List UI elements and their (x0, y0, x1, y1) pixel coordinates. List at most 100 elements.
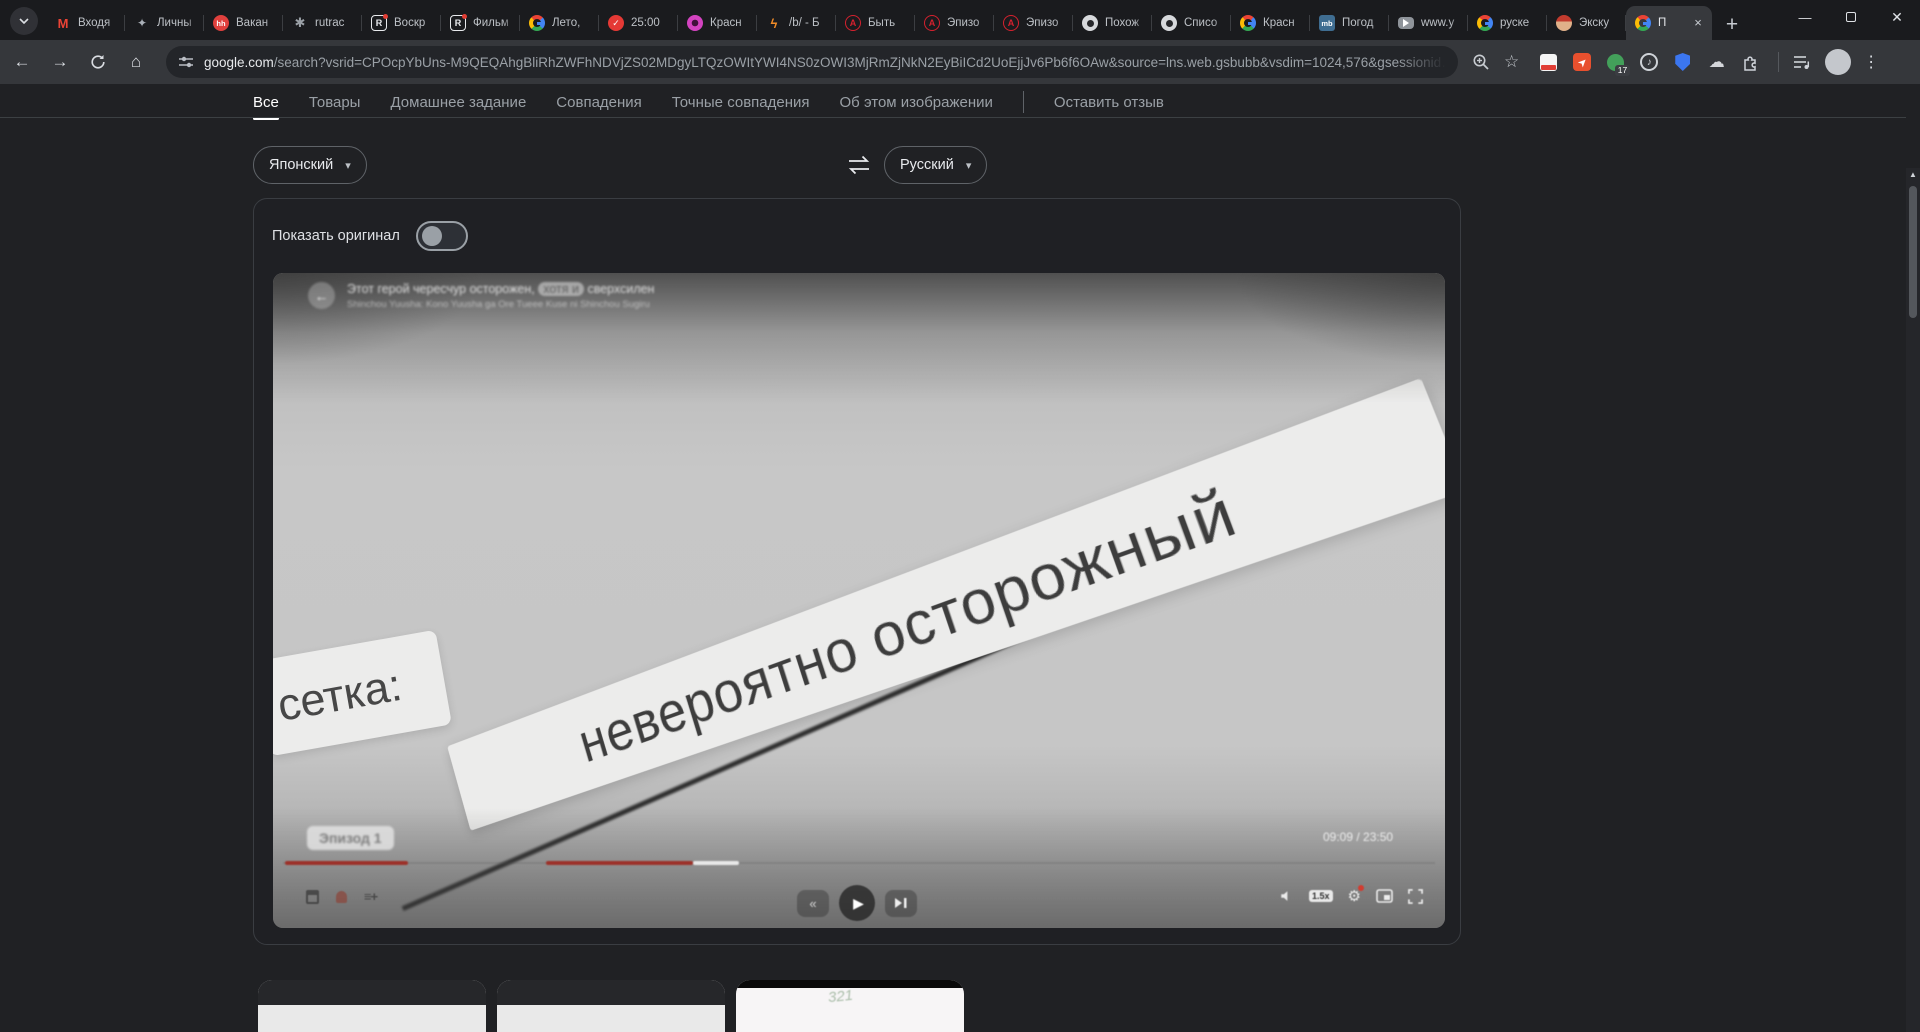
related-thumbnail[interactable] (497, 980, 725, 1032)
scrollbar-thumb[interactable] (1909, 186, 1917, 318)
browser-tab[interactable]: ✦ Личны (125, 6, 204, 40)
tab-close-icon[interactable]: × (1690, 15, 1706, 31)
tab-label: Похож (1105, 17, 1140, 29)
toggle-knob (421, 226, 442, 246)
scroll-up-arrow[interactable]: ▲ (1906, 170, 1920, 179)
browser-tab[interactable]: R Фильм (441, 6, 520, 40)
show-original-toggle[interactable] (415, 221, 468, 251)
episode-badge: Эпизод 1 (307, 826, 394, 850)
mil-favicon: ✦ (136, 16, 148, 30)
extension-downloader-button[interactable] (1539, 53, 1558, 72)
extension-rocket-button[interactable]: ➤ (1573, 53, 1592, 71)
browser-tab[interactable]: ✓ 25:00 (599, 6, 678, 40)
bookmark-star-button[interactable]: ☆ (1504, 52, 1519, 72)
translation-chip: хотя и (538, 282, 584, 296)
forward-button[interactable]: → (44, 46, 76, 78)
browser-tab[interactable]: A Эпизо (915, 6, 994, 40)
browser-tab[interactable]: Красн (1231, 6, 1310, 40)
url-domain: google.com (204, 54, 274, 70)
browser-menu-button[interactable]: ⋮ (1863, 52, 1879, 72)
tab-search-button[interactable] (10, 7, 38, 35)
address-bar[interactable]: google.com/search?vsrid=CPOcpYbUns-M9QEQ… (166, 46, 1458, 78)
browser-tab[interactable]: M Входя (46, 6, 125, 40)
playlist-add-icon: ≡+ (363, 889, 378, 904)
zoom-page-button[interactable] (1472, 53, 1490, 71)
media-queue-icon (1794, 56, 1810, 69)
minimize-button[interactable]: — (1782, 0, 1828, 34)
tab-label: Красн (1263, 17, 1295, 29)
browser-tab[interactable]: Экску (1547, 6, 1626, 40)
browser-tab[interactable]: Красн (678, 6, 757, 40)
back-button[interactable]: ← (6, 46, 38, 78)
extension-cloud-button[interactable]: ☁ (1707, 53, 1726, 72)
new-tab-button[interactable]: + (1718, 12, 1746, 40)
reload-button[interactable] (82, 46, 114, 78)
tab-label: Эпизо (947, 17, 980, 29)
translated-image[interactable]: ← Этот герой чересчур осторожен, хотя и … (273, 273, 1445, 928)
source-language-select[interactable]: Японский ▾ (253, 146, 367, 184)
left-caption-band: сетка: (273, 629, 452, 757)
browser-tab[interactable]: R Воскр (362, 6, 441, 40)
browser-tab[interactable]: ϟ/b/ - Б (757, 6, 836, 40)
google-favicon (1240, 15, 1256, 31)
shiki-favicon (1161, 15, 1177, 31)
settings-gear-icon: ⚙ (1347, 885, 1365, 905)
anilibria-favicon: A (924, 15, 940, 31)
home-button[interactable]: ⌂ (120, 46, 152, 78)
browser-tab[interactable]: hh Вакан (204, 6, 283, 40)
extension-shield-button[interactable] (1673, 53, 1692, 72)
tab-label: Вакан (236, 17, 269, 29)
browser-tab[interactable]: Похож (1073, 6, 1152, 40)
progress-segment-buffered (693, 861, 739, 865)
browser-tab[interactable]: Лето, (520, 6, 599, 40)
downloader-extension-icon (1540, 53, 1558, 71)
nav-separator (1022, 91, 1024, 113)
results-tab[interactable]: Совпадения (556, 94, 642, 111)
hh-favicon: hh (213, 15, 229, 31)
close-window-button[interactable]: ✕ (1874, 0, 1920, 34)
back-arrow-icon: ← (308, 282, 335, 309)
browser-tab[interactable]: A Быть (836, 6, 915, 40)
browser-tab[interactable]: mb Погод (1310, 6, 1389, 40)
feedback-link[interactable]: Оставить отзыв (1054, 94, 1164, 111)
meteoblue-favicon: mb (1319, 15, 1335, 31)
related-thumbnail[interactable] (258, 980, 486, 1032)
side-panel-button[interactable] (1793, 54, 1811, 70)
results-tab[interactable]: Домашнее задание (390, 94, 526, 111)
tab-label: П (1658, 17, 1667, 29)
browser-tab[interactable]: руске (1468, 6, 1547, 40)
gmail-favicon: M (57, 15, 69, 31)
browser-tab[interactable]: www.y (1389, 6, 1468, 40)
profile-avatar[interactable] (1825, 49, 1852, 75)
maximize-icon (1846, 12, 1856, 22)
browser-tab[interactable]: ✱ rutrac (283, 6, 362, 40)
browser-tab[interactable]: A Эпизо (994, 6, 1073, 40)
tab-label: /b/ - Б (789, 17, 820, 29)
tab-label: 25:00 (631, 17, 660, 29)
results-tab[interactable]: Точные совпадения (672, 94, 810, 111)
results-tab[interactable]: Все (253, 94, 279, 120)
cloud-icon: ☁ (1708, 54, 1725, 71)
swap-languages-button[interactable] (846, 153, 872, 177)
page-scrollbar[interactable]: ▲ ▼ (1906, 168, 1920, 1032)
extension-music-button[interactable]: ♪ (1640, 53, 1659, 71)
browser-tab-active[interactable]: П × (1626, 6, 1712, 40)
video-timestamp: 09:09 / 23:50 (1323, 830, 1394, 844)
fullscreen-icon (1408, 888, 1423, 904)
target-language-label: Русский (900, 157, 954, 173)
extension-leaf-button[interactable]: 17 (1606, 53, 1631, 76)
extensions-menu-button[interactable] (1741, 53, 1760, 72)
maximize-button[interactable] (1828, 0, 1874, 34)
shield-icon (1675, 53, 1691, 71)
previous-episode-icon: « (797, 889, 829, 917)
video-title-overlay: ← Этот герой чересчур осторожен, хотя и … (308, 282, 654, 310)
related-thumbnail[interactable]: 321 (736, 980, 964, 1032)
tab-label: Фильм (473, 17, 509, 29)
results-tab[interactable]: Об этом изображении (840, 94, 993, 111)
target-language-select[interactable]: Русский ▾ (884, 146, 988, 184)
site-settings-tune-icon (179, 56, 193, 68)
results-tab[interactable]: Товары (309, 94, 361, 111)
source-language-label: Японский (269, 157, 334, 173)
browser-tab[interactable]: Списо (1152, 6, 1231, 40)
dvach-favicon: ϟ (770, 15, 778, 31)
